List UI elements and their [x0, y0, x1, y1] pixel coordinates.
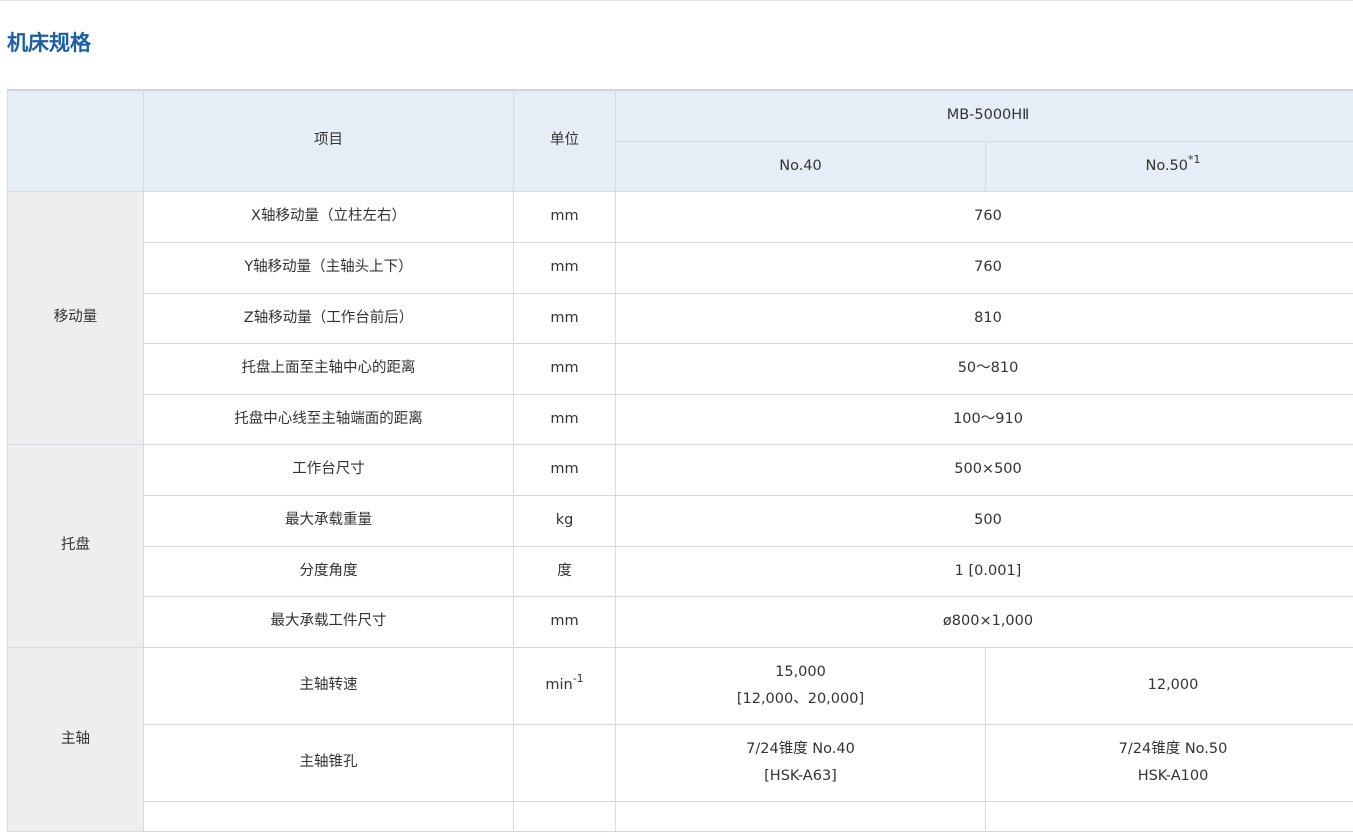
item-label: 最大承载工件尺寸: [144, 596, 514, 647]
top-divider: [0, 0, 1353, 1]
unit-label: 度: [514, 546, 616, 596]
unit-superscript: -1: [573, 672, 584, 685]
spec-value-no50: [986, 801, 1353, 831]
item-label: 工作台尺寸: [144, 444, 514, 495]
header-unit: 单位: [514, 90, 616, 191]
unit-label: mm: [514, 394, 616, 444]
spec-value: ø800×1,000: [616, 596, 1353, 647]
spec-value: 500×500: [616, 444, 1353, 495]
table-row: 托盘 工作台尺寸 mm 500×500: [8, 444, 1353, 495]
table-row: 主轴锥孔 7/24锥度 No.40 [HSK-A63] 7/24锥度 No.50…: [8, 724, 1353, 801]
item-label: Y轴移动量（主轴头上下）: [144, 242, 514, 293]
header-col-no50-label: No.50: [1145, 158, 1188, 174]
header-col-no50: No.50*1: [986, 141, 1353, 191]
spec-value: 50～810: [616, 343, 1353, 394]
value-line: HSK-A100: [986, 763, 1353, 790]
spec-value-no50: 12,000: [986, 647, 1353, 724]
page-title: 机床规格: [7, 27, 91, 57]
value-line: 7/24锥度 No.40: [616, 736, 985, 763]
spec-value: 760: [616, 191, 1353, 242]
table-row: [8, 801, 1353, 831]
spec-value: 760: [616, 242, 1353, 293]
unit-label: kg: [514, 495, 616, 546]
item-label: 分度角度: [144, 546, 514, 596]
spec-value-no40: [616, 801, 986, 831]
table-row: 托盘上面至主轴中心的距离 mm 50～810: [8, 343, 1353, 394]
table-row: 移动量 X轴移动量（立柱左右） mm 760: [8, 191, 1353, 242]
item-label: 最大承载重量: [144, 495, 514, 546]
table-row: Z轴移动量（工作台前后） mm 810: [8, 293, 1353, 343]
unit-label: [514, 724, 616, 801]
spec-value-no40: 15,000 [12,000、20,000]: [616, 647, 986, 724]
unit-label: [514, 801, 616, 831]
item-label: 主轴转速: [144, 647, 514, 724]
spec-value: 1 [0.001]: [616, 546, 1353, 596]
unit-label: mm: [514, 293, 616, 343]
header-model: MB-5000HⅡ: [616, 90, 1353, 141]
spec-value: 810: [616, 293, 1353, 343]
value-line: 7/24锥度 No.50: [986, 736, 1353, 763]
unit-text: min: [545, 677, 572, 693]
table-row: 最大承载工件尺寸 mm ø800×1,000: [8, 596, 1353, 647]
item-label: 托盘中心线至主轴端面的距离: [144, 394, 514, 444]
table-row: 托盘中心线至主轴端面的距离 mm 100～910: [8, 394, 1353, 444]
item-label: [144, 801, 514, 831]
table-row: 主轴 主轴转速 min-1 15,000 [12,000、20,000] 12,…: [8, 647, 1353, 724]
header-item: 项目: [144, 90, 514, 191]
item-label: 主轴锥孔: [144, 724, 514, 801]
unit-label: min-1: [514, 647, 616, 724]
unit-label: mm: [514, 191, 616, 242]
unit-label: mm: [514, 596, 616, 647]
spec-value: 500: [616, 495, 1353, 546]
table-row: 最大承载重量 kg 500: [8, 495, 1353, 546]
header-col-no40: No.40: [616, 141, 986, 191]
unit-label: mm: [514, 242, 616, 293]
unit-label: mm: [514, 444, 616, 495]
value-line: 15,000: [616, 659, 985, 686]
value-line: [HSK-A63]: [616, 763, 985, 790]
category-travel: 移动量: [8, 191, 144, 444]
table-row: Y轴移动量（主轴头上下） mm 760: [8, 242, 1353, 293]
spec-value: 100～910: [616, 394, 1353, 444]
item-label: 托盘上面至主轴中心的距离: [144, 343, 514, 394]
item-label: Z轴移动量（工作台前后）: [144, 293, 514, 343]
item-label: X轴移动量（立柱左右）: [144, 191, 514, 242]
table-row: 分度角度 度 1 [0.001]: [8, 546, 1353, 596]
spec-value-no40: 7/24锥度 No.40 [HSK-A63]: [616, 724, 986, 801]
spec-table: 项目 单位 MB-5000HⅡ No.40 No.50*1 移动量 X轴移动量（…: [7, 89, 1353, 832]
category-spindle: 主轴: [8, 647, 144, 831]
footnote-marker: *1: [1188, 153, 1201, 166]
value-line: [12,000、20,000]: [616, 686, 985, 713]
spec-value-no50: 7/24锥度 No.50 HSK-A100: [986, 724, 1353, 801]
header-category-blank: [8, 90, 144, 191]
unit-label: mm: [514, 343, 616, 394]
category-pallet: 托盘: [8, 444, 144, 647]
